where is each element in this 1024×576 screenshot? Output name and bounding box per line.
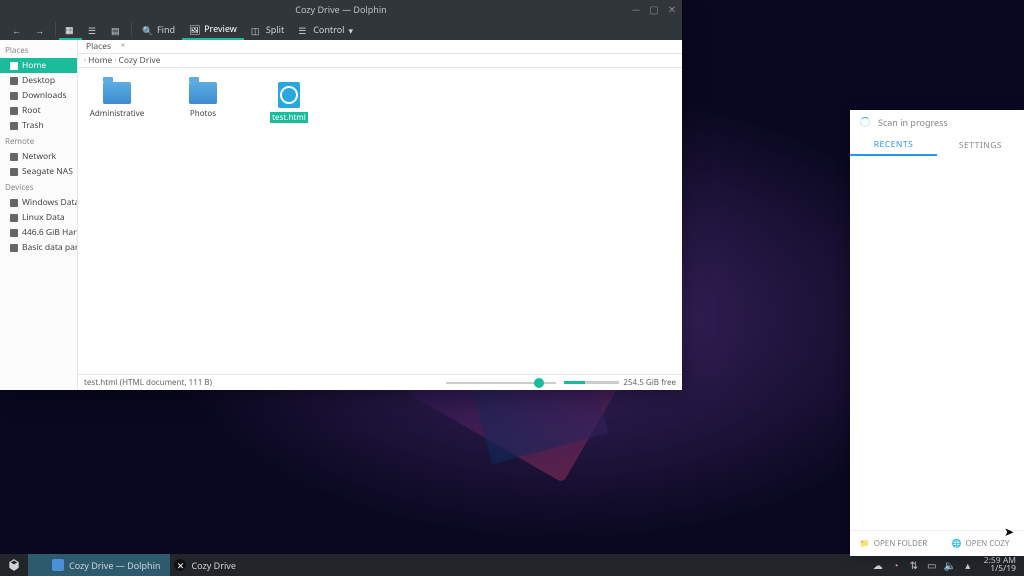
- html-file-icon: [278, 82, 300, 108]
- devices-heading: Devices: [0, 179, 77, 195]
- application-launcher[interactable]: [0, 554, 28, 576]
- sidebar-item-home[interactable]: Home: [0, 58, 77, 73]
- taskbar-clock[interactable]: 2:59 AM 1/5/19: [984, 557, 1016, 574]
- cozy-tray-icon[interactable]: ◔: [890, 559, 902, 571]
- cozy-tabs: RECENTS SETTINGS: [850, 134, 1024, 156]
- sidebar-item-seagate[interactable]: Seagate NAS: [0, 164, 77, 179]
- system-tray: ☁ ◔ ⇅ ▭ 🔈 ▴ 2:59 AM 1/5/19: [872, 557, 1024, 574]
- network-tray-icon[interactable]: ⇅: [908, 559, 920, 571]
- crumb-cozy-drive[interactable]: Cozy Drive: [119, 55, 161, 66]
- crumb-home[interactable]: Home: [88, 55, 112, 66]
- forward-button[interactable]: →: [29, 18, 52, 40]
- cozy-content: [850, 156, 1024, 530]
- places-panel: Places Home Desktop Downloads Root Trash…: [0, 40, 78, 390]
- tab-settings[interactable]: SETTINGS: [937, 134, 1024, 156]
- folder-administrative[interactable]: Administrative: [88, 82, 146, 119]
- minimize-button[interactable]: －: [630, 3, 642, 15]
- cozy-footer: 📁OPEN FOLDER 🌐OPEN COZY: [850, 530, 1024, 556]
- status-text: test.html (HTML document, 111 B): [84, 377, 212, 388]
- trash-icon: [10, 122, 18, 130]
- free-space-bar: [564, 381, 619, 384]
- close-button[interactable]: ✕: [666, 3, 678, 15]
- tray-expand-icon[interactable]: ▴: [962, 559, 974, 571]
- scan-status: Scan in progress: [878, 116, 948, 129]
- task-dolphin[interactable]: Cozy Drive — Dolphin: [48, 554, 170, 576]
- control-menu[interactable]: ☰Control▾: [291, 18, 366, 40]
- tab-places[interactable]: Places×: [78, 40, 129, 54]
- chevron-right-icon: ›: [114, 56, 116, 65]
- folder-icon: [103, 82, 131, 104]
- downloads-icon: [10, 92, 18, 100]
- taskbar: Cozy Drive — Dolphin ✕ Cozy Drive ☁ ◔ ⇅ …: [0, 554, 1024, 576]
- dolphin-window: Cozy Drive — Dolphin － ▢ ✕ ← → ▦ ☰ ▤ 🔍Fi…: [0, 0, 682, 390]
- folder-photos[interactable]: Photos: [174, 82, 232, 119]
- sidebar-item-linux-data[interactable]: Linux Data: [0, 210, 77, 225]
- clock-date: 1/5/19: [984, 565, 1016, 574]
- drive-icon: [10, 244, 18, 252]
- places-heading: Places: [0, 42, 77, 58]
- file-test-html[interactable]: test.html: [260, 82, 318, 123]
- back-button[interactable]: ←: [6, 18, 29, 40]
- compact-view-button[interactable]: ☰: [82, 18, 105, 40]
- show-desktop-button[interactable]: [28, 554, 48, 576]
- globe-icon: 🌐: [952, 538, 962, 549]
- breadcrumb: › Home › Cozy Drive: [78, 54, 682, 68]
- preview-button[interactable]: 🖼Preview: [182, 18, 244, 40]
- clipboard-tray-icon[interactable]: ▭: [926, 559, 938, 571]
- sidebar-item-desktop[interactable]: Desktop: [0, 73, 77, 88]
- tab-bar: Places×: [78, 40, 682, 54]
- desktop-icon: [10, 77, 18, 85]
- folder-icon: 📁: [860, 538, 870, 549]
- file-view[interactable]: Administrative Photos test.html: [78, 68, 682, 374]
- volume-tray-icon[interactable]: 🔈: [944, 559, 956, 571]
- find-button[interactable]: 🔍Find: [135, 18, 182, 40]
- close-tab-icon[interactable]: ×: [120, 40, 125, 51]
- sidebar-item-network[interactable]: Network: [0, 149, 77, 164]
- control-label: Control: [313, 23, 344, 36]
- nas-icon: [10, 168, 18, 176]
- split-button[interactable]: ◫Split: [244, 18, 291, 40]
- titlebar[interactable]: Cozy Drive — Dolphin － ▢ ✕: [0, 0, 682, 18]
- sidebar-item-downloads[interactable]: Downloads: [0, 88, 77, 103]
- find-label: Find: [157, 23, 175, 36]
- drive-icon: [10, 229, 18, 237]
- toolbar: ← → ▦ ☰ ▤ 🔍Find 🖼Preview ◫Split ☰Control…: [0, 18, 682, 40]
- dolphin-icon: [52, 559, 64, 571]
- home-icon: [10, 62, 18, 70]
- sidebar-item-basic-partition[interactable]: Basic data partition: [0, 240, 77, 255]
- chevron-down-icon: ▾: [348, 24, 359, 35]
- cozy-drive-popup: Scan in progress RECENTS SETTINGS 📁OPEN …: [850, 110, 1024, 556]
- spinner-icon: [860, 117, 870, 127]
- main-view: Places× › Home › Cozy Drive Administrati…: [78, 40, 682, 390]
- window-title: Cozy Drive — Dolphin: [295, 3, 386, 16]
- status-bar: test.html (HTML document, 111 B) 254.5 G…: [78, 374, 682, 390]
- tab-recents[interactable]: RECENTS: [850, 134, 937, 156]
- icons-view-button[interactable]: ▦: [59, 18, 82, 40]
- sidebar-item-root[interactable]: Root: [0, 103, 77, 118]
- remote-heading: Remote: [0, 133, 77, 149]
- cloud-tray-icon[interactable]: ☁: [872, 559, 884, 571]
- task-cozy-drive[interactable]: ✕ Cozy Drive: [170, 554, 245, 576]
- drive-icon: [10, 199, 18, 207]
- chevron-right-icon: ›: [84, 56, 86, 65]
- network-icon: [10, 153, 18, 161]
- folder-icon: [189, 82, 217, 104]
- cozy-icon: ✕: [174, 559, 186, 571]
- zoom-slider[interactable]: [446, 382, 556, 384]
- zoom-knob[interactable]: [534, 378, 544, 388]
- maximize-button[interactable]: ▢: [648, 3, 660, 15]
- split-label: Split: [266, 23, 284, 36]
- free-space-text: 254.5 GiB free: [623, 377, 676, 388]
- mouse-cursor: ➤: [1004, 523, 1014, 540]
- sidebar-item-hard-drive[interactable]: 446.6 GiB Hard Drive: [0, 225, 77, 240]
- sidebar-item-windows-data[interactable]: Windows Data: [0, 195, 77, 210]
- preview-label: Preview: [204, 22, 237, 35]
- cozy-status-row: Scan in progress: [850, 110, 1024, 134]
- drive-icon: [10, 214, 18, 222]
- open-folder-button[interactable]: 📁OPEN FOLDER: [850, 538, 937, 549]
- root-icon: [10, 107, 18, 115]
- sidebar-item-trash[interactable]: Trash: [0, 118, 77, 133]
- details-view-button[interactable]: ▤: [105, 18, 128, 40]
